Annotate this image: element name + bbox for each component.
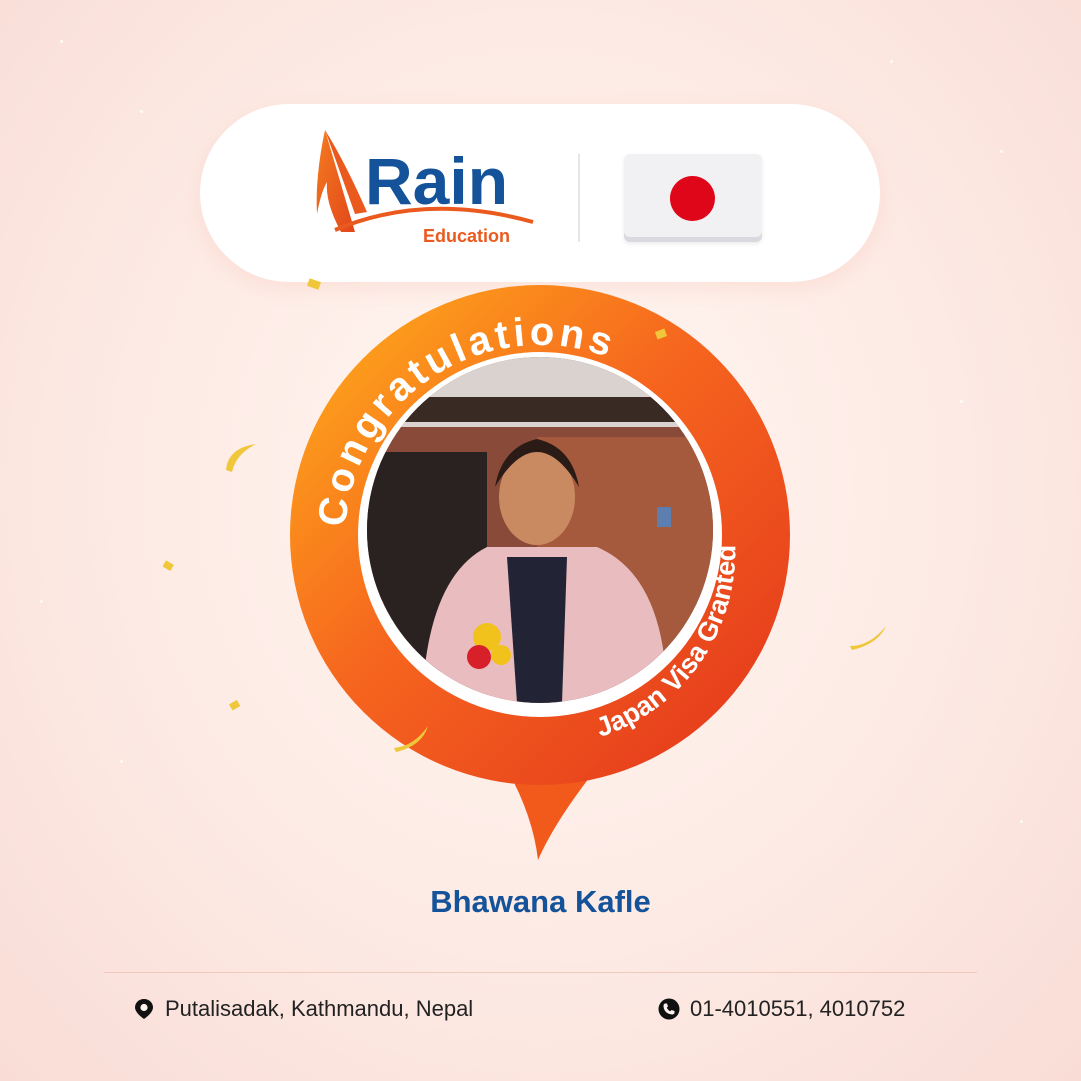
japan-flag-icon (624, 154, 762, 242)
sparkle (120, 760, 123, 763)
sparkle (60, 40, 63, 43)
sparkle (890, 60, 893, 63)
confetti (654, 328, 668, 340)
confetti (306, 278, 322, 290)
footer-divider (104, 972, 977, 973)
confetti (162, 560, 174, 571)
sparkle (40, 600, 43, 603)
sparkle (1000, 150, 1003, 153)
sparkle (1020, 820, 1023, 823)
footer-phone: 01-4010551, 4010752 (658, 996, 905, 1022)
sparkle (960, 400, 963, 403)
confetti (226, 444, 256, 472)
brand-tagline: Education (423, 226, 510, 246)
footer-address: Putalisadak, Kathmandu, Nepal (133, 996, 473, 1022)
confetti (850, 626, 886, 650)
confetti (394, 726, 428, 752)
rain-education-logo: Rain Education (316, 130, 534, 246)
sparkle (140, 110, 143, 113)
phone-text[interactable]: 01-4010551, 4010752 (690, 996, 905, 1022)
student-name: Bhawana Kafle (430, 884, 651, 919)
student-photo (362, 352, 718, 708)
phone-icon (658, 998, 680, 1020)
flag-sun (670, 176, 715, 221)
header-divider (578, 154, 580, 242)
header-card (200, 104, 880, 282)
confetti (229, 700, 241, 711)
address-text: Putalisadak, Kathmandu, Nepal (165, 996, 474, 1021)
student-portrait-image (367, 357, 713, 703)
location-pin-icon (135, 999, 153, 1019)
